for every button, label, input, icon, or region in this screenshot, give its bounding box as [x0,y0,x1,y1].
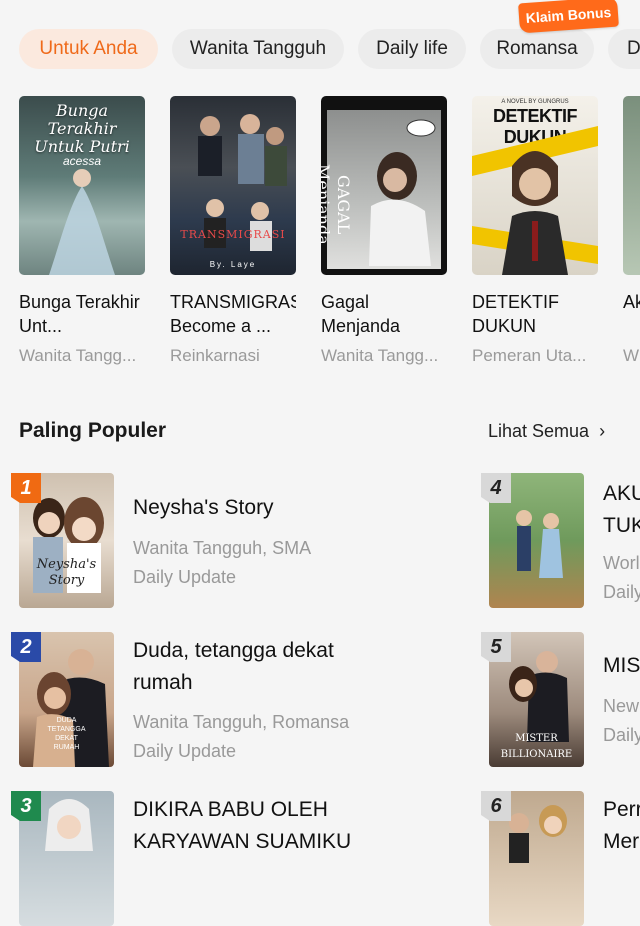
book-tags: Worl [603,553,640,573]
book-genre: Reinkarnasi [170,346,260,365]
update-status: Daily Update [133,741,237,761]
book-title: Duda, tetangga dekat rumah [133,639,334,694]
book-cover: A NOVEL BY GUNGRUS DETEKTIF DUKUN [472,96,598,275]
update-status: Daily Update [133,567,237,587]
cover-figure-art [49,169,115,275]
book-genre: Wanita Tangg... [19,346,137,365]
book-cover [623,96,640,275]
update-status: Daily [603,725,640,745]
book-card[interactable]: Bunga Terakhir Untuk Putri acessa Bunga … [19,96,145,366]
tab-daily-life[interactable]: Daily life [358,29,466,69]
cover-title: TRANSMIGRASI [180,228,286,241]
see-all-label: Lihat Semua [488,421,590,441]
rank-badge: 3 [11,791,41,821]
book-tags: Wanita Tangguh, Romansa [133,712,350,732]
book-card[interactable]: Ak Ba W [623,96,640,366]
book-title: Ak Ba [623,292,640,312]
rank-badge: 6 [481,791,511,821]
chevron-right-icon: › [599,421,606,441]
rank-badge: 1 [11,473,41,503]
book-title: DETEKTIF DUKUN [472,292,560,336]
book-cover: TRANSMIGRASI By. Laye [170,96,296,275]
book-cover: GAGAL Menjanda [321,96,447,275]
tab-untuk-anda[interactable]: Untuk Anda [19,29,158,69]
book-cover: Bunga Terakhir Untuk Putri acessa [19,96,145,275]
rank-badge: 2 [11,632,41,662]
cover-figure-art [472,126,598,275]
book-title: Perr Mer [603,798,640,853]
tab-partial[interactable]: D [608,29,640,69]
cover-title: GAGAL Menjanda [321,164,353,245]
cover-title: DUDA TETANGGA DEKAT RUMAH [47,717,86,751]
book-genre: Wanita Tangg... [321,346,439,365]
book-title: DIKIRA BABU OLEH KARYAWAN SUAMIKU [133,798,352,853]
book-title: TRANSMIGRASI: Become a ... [170,292,296,336]
cover-title: MISTER BILLIONAIRE [500,733,573,760]
cover-author: By. Laye [209,260,257,269]
see-all-link[interactable]: Lihat Semua › [488,421,605,442]
book-card[interactable]: A NOVEL BY GUNGRUS DETEKTIF DUKUN DETEKT… [472,96,598,366]
book-tags: Wanita Tangguh, SMA [133,538,312,558]
book-title: AKU TUK [603,482,640,537]
book-tags: New [603,696,640,716]
book-card[interactable]: GAGAL Menjanda Gagal Menjanda Wanita Tan… [321,96,447,366]
update-status: Daily [603,582,640,602]
book-title: Bunga Terakhir Unt... [19,292,140,336]
cover-figure-art [198,114,287,251]
book-title: Neysha's Story [133,496,274,519]
tab-romansa[interactable]: Romansa [480,29,594,69]
rank-badge: 4 [481,473,511,503]
book-genre: W [623,346,640,365]
rank-badge: 5 [481,632,511,662]
recommended-books-row: Bunga Terakhir Untuk Putri acessa Bunga … [0,96,640,376]
tab-wanita-tangguh[interactable]: Wanita Tangguh [172,29,344,69]
book-title: MIS [603,654,640,677]
book-genre: Pemeran Uta... [472,346,587,365]
book-card[interactable]: TRANSMIGRASI By. Laye TRANSMIGRASI: Beco… [170,96,296,366]
book-title: Gagal Menjanda [321,292,401,336]
cover-title: Neysha's Story [36,557,97,588]
section-title: Paling Populer [19,419,167,442]
